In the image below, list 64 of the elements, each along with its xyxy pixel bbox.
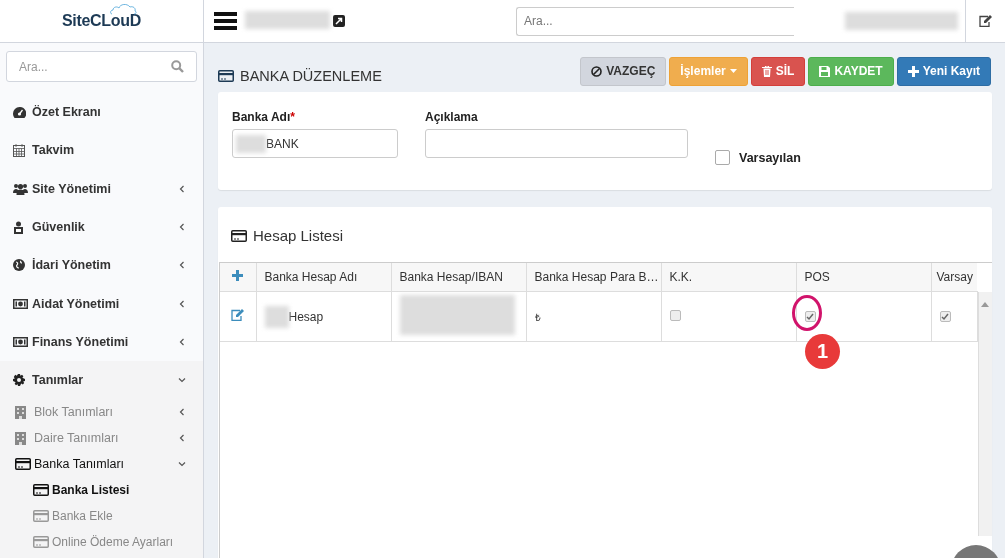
column-header[interactable]: Banka Hesap/IBAN [391, 263, 526, 292]
menu-item[interactable]: Takvim [0, 131, 203, 170]
credit-card-icon [15, 458, 31, 471]
action-button[interactable]: VAZGEÇ [580, 56, 667, 86]
search-icon [171, 60, 184, 73]
checkbox[interactable] [939, 311, 951, 322]
checkbox-label: Varsayılan [739, 150, 801, 165]
panel-title: Hesap Listesi [253, 227, 344, 244]
building-icon [15, 431, 26, 445]
scroll-up-icon[interactable] [981, 302, 990, 307]
settings-icon [13, 374, 25, 387]
checkbox[interactable] [804, 311, 816, 322]
input-field[interactable]: BANK [232, 129, 398, 158]
redacted-text [236, 134, 266, 153]
checkbox[interactable] [669, 309, 681, 321]
highlight-circle [792, 295, 822, 331]
redacted-text [264, 305, 289, 328]
credit-card-icon [231, 229, 247, 242]
credit-card-icon [33, 510, 49, 523]
menu-item[interactable]: Site Yönetimi [0, 169, 203, 208]
step-badge: 1 [805, 334, 840, 369]
credit-card-icon [33, 484, 49, 497]
credit-card-icon [33, 536, 49, 549]
submenu-item[interactable]: Banka Tanımları [0, 451, 203, 478]
calendar-icon [13, 143, 25, 157]
trash-icon [761, 65, 772, 77]
field-label: Banka Adı* [232, 110, 296, 124]
credit-card-icon [218, 70, 234, 82]
plus-icon [907, 65, 919, 77]
menu-item[interactable]: Aidat Yönetimi [0, 284, 203, 323]
banknote-icon [13, 336, 28, 347]
page-title: BANKA DÜZENLEME [240, 68, 382, 84]
menu-icon[interactable] [214, 12, 237, 30]
menu-item[interactable]: Tanımlar [0, 361, 203, 400]
column-header[interactable]: K.K. [661, 263, 796, 292]
dashboard-icon [13, 106, 26, 118]
users-icon [13, 182, 28, 195]
menu-item[interactable]: İdari Yönetim [0, 246, 203, 285]
banknote-icon [13, 298, 28, 309]
menu-item[interactable]: Güvenlik [0, 207, 203, 247]
field-label: Açıklama [425, 110, 479, 124]
search-field[interactable]: Ara... [516, 6, 794, 36]
checkbox[interactable] [715, 150, 730, 165]
table-cell: ₺ [534, 311, 541, 323]
column-header[interactable]: Banka Hesap Para B… [526, 263, 661, 292]
submenu-item[interactable]: Banka Listesi [0, 477, 203, 504]
cloud-icon [109, 3, 138, 15]
save-icon [819, 65, 831, 77]
building-icon [15, 405, 26, 419]
add-icon[interactable] [232, 270, 244, 281]
table-cell: Hesap [288, 309, 324, 324]
globe-icon [13, 259, 25, 272]
action-button[interactable]: Yeni Kayıt [896, 56, 991, 86]
logo: SiteCLouD [61, 12, 142, 30]
action-button[interactable]: SİL [750, 56, 806, 86]
scrollbar[interactable] [977, 292, 992, 536]
menu-item[interactable]: Finans Yönetimi [0, 322, 203, 362]
menu-item[interactable]: Özet Ekranı [0, 93, 203, 132]
column-header[interactable]: Banka Hesap Adı [256, 263, 391, 292]
external-link-icon[interactable] [333, 15, 345, 27]
column-header[interactable]: POS [796, 263, 931, 292]
column-header[interactable]: Varsay [931, 263, 977, 292]
ban-icon [591, 65, 603, 77]
edit-icon[interactable] [979, 15, 992, 27]
